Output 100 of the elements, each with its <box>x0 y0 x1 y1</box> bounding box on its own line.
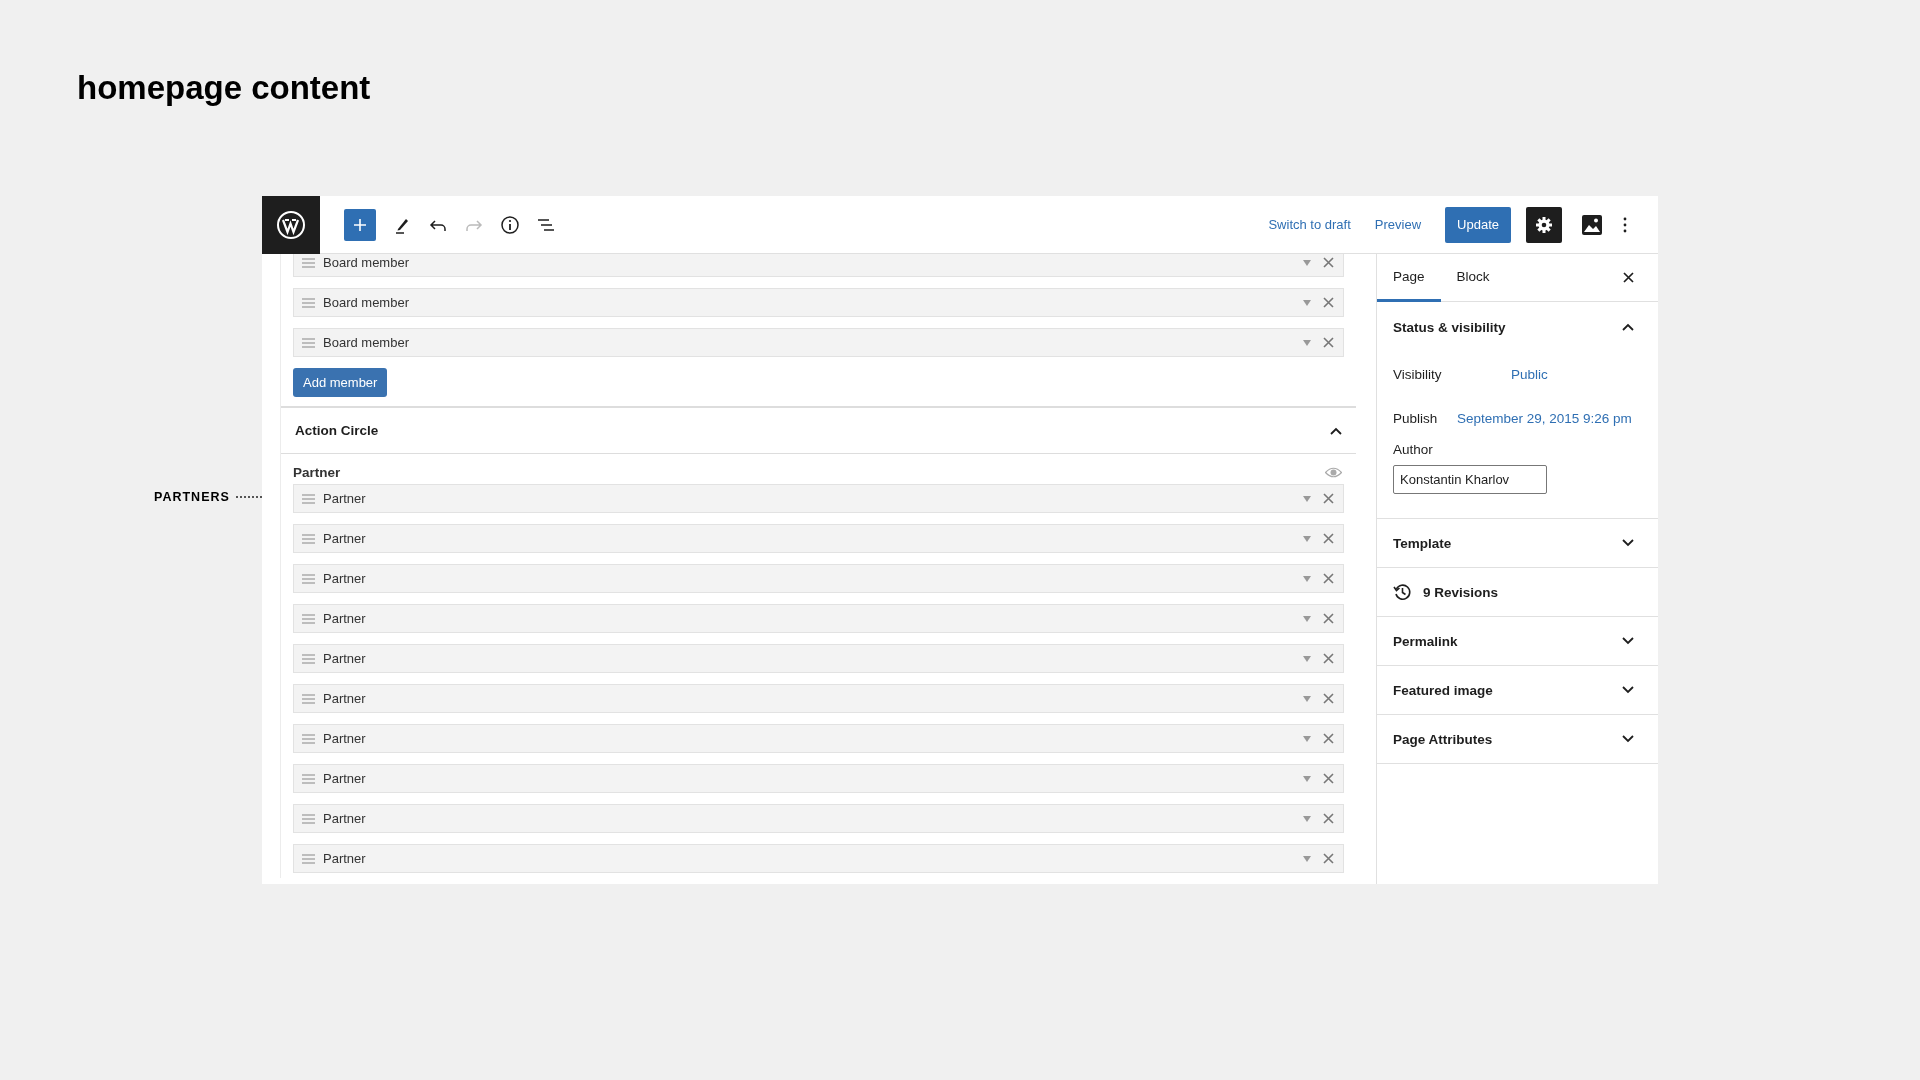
history-icon[interactable] <box>1393 583 1411 601</box>
list-row[interactable]: Board member <box>293 288 1344 317</box>
dropdown-icon[interactable] <box>1303 535 1311 542</box>
dropdown-icon[interactable] <box>1303 339 1311 346</box>
chevron-icon[interactable] <box>1622 323 1634 331</box>
wordpress-logo[interactable] <box>262 196 320 254</box>
sidebar-tab[interactable]: Page <box>1377 254 1441 302</box>
list-row[interactable]: Partner <box>293 804 1344 833</box>
revisions-link[interactable]: 9 Revisions <box>1423 584 1499 600</box>
dropdown-icon[interactable] <box>1303 695 1311 702</box>
dropdown-icon[interactable] <box>1303 299 1311 306</box>
publish-date-link[interactable]: September 29, 2015 9:26 pm <box>1457 410 1632 426</box>
add-member-button[interactable]: Add member <box>293 368 388 397</box>
remove-icon[interactable] <box>1323 533 1334 544</box>
drag-handle-icon[interactable] <box>302 773 315 784</box>
row-label: Partner <box>323 611 367 626</box>
remove-icon[interactable] <box>1323 773 1334 784</box>
remove-icon[interactable] <box>1323 733 1334 744</box>
drag-handle-icon[interactable] <box>302 653 315 664</box>
remove-icon[interactable] <box>1323 337 1334 348</box>
image-icon[interactable] <box>1580 212 1604 237</box>
drag-handle-icon[interactable] <box>302 613 315 624</box>
panel-title[interactable]: Template <box>1393 535 1452 551</box>
remove-icon[interactable] <box>1323 853 1334 864</box>
dropdown-icon[interactable] <box>1303 855 1311 862</box>
group-label: Partner <box>293 465 341 480</box>
list-row[interactable]: Partner <box>293 684 1344 713</box>
drag-handle-icon[interactable] <box>302 493 315 504</box>
remove-icon[interactable] <box>1323 653 1334 664</box>
drag-handle-icon[interactable] <box>302 297 315 308</box>
remove-icon[interactable] <box>1323 257 1334 268</box>
update-button[interactable]: Update <box>1445 206 1511 243</box>
dropdown-icon[interactable] <box>1303 575 1311 582</box>
dropdown-icon[interactable] <box>1303 735 1311 742</box>
list-row[interactable]: Partner <box>293 644 1344 673</box>
remove-icon[interactable] <box>1323 297 1334 308</box>
field-label: Visibility <box>1393 366 1443 382</box>
drag-handle-icon[interactable] <box>302 533 315 544</box>
drag-handle-icon[interactable] <box>302 853 315 864</box>
list-row[interactable]: Partner <box>293 524 1344 553</box>
drag-handle-icon[interactable] <box>302 337 315 348</box>
eye-icon[interactable] <box>1325 467 1342 478</box>
settings-button[interactable] <box>1526 206 1562 243</box>
plus-icon <box>353 217 367 232</box>
chevron-icon[interactable] <box>1622 735 1634 743</box>
list-row[interactable]: Partner <box>293 484 1344 513</box>
gear-icon <box>1535 215 1553 234</box>
add-block-button[interactable] <box>344 208 376 241</box>
remove-icon[interactable] <box>1323 693 1334 704</box>
row-label: Partner <box>323 731 367 746</box>
row-label: Board member <box>323 295 410 310</box>
drag-handle-icon[interactable] <box>302 813 315 824</box>
dropdown-icon[interactable] <box>1303 259 1311 266</box>
list-row[interactable]: Board member <box>293 254 1344 277</box>
panel-title[interactable]: Featured image <box>1393 682 1493 698</box>
panel-title[interactable]: Page Attributes <box>1393 731 1493 747</box>
panel-title[interactable]: Permalink <box>1393 633 1458 649</box>
switch-to-draft-link[interactable]: Switch to draft <box>1268 217 1351 232</box>
dropdown-icon[interactable] <box>1303 655 1311 662</box>
list-row[interactable]: Partner <box>293 564 1344 593</box>
row-label: Partner <box>323 771 367 786</box>
close-icon[interactable] <box>1623 272 1634 283</box>
row-label: Board member <box>323 335 410 350</box>
row-label: Partner <box>323 571 367 586</box>
dropdown-icon[interactable] <box>1303 615 1311 622</box>
list-row[interactable]: Partner <box>293 604 1344 633</box>
section-header[interactable]: Action Circle <box>281 406 1356 454</box>
section-title: Action Circle <box>295 423 379 438</box>
drag-handle-icon[interactable] <box>302 733 315 744</box>
field-label: Author <box>1393 442 1434 457</box>
more-menu-icon[interactable] <box>1622 215 1628 234</box>
preview-link[interactable]: Preview <box>1374 217 1422 232</box>
drag-handle-icon[interactable] <box>302 693 315 704</box>
drag-handle-icon[interactable] <box>302 573 315 584</box>
list-row[interactable]: Partner <box>293 764 1344 793</box>
list-row[interactable]: Board member <box>293 328 1344 357</box>
drag-handle-icon[interactable] <box>302 257 315 268</box>
chevron-icon[interactable] <box>1622 637 1634 645</box>
remove-icon[interactable] <box>1323 813 1334 824</box>
panel-title[interactable]: Status & visibility <box>1393 319 1506 335</box>
remove-icon[interactable] <box>1323 613 1334 624</box>
sidebar-tab[interactable]: Block <box>1440 254 1506 302</box>
visibility-link[interactable]: Public <box>1511 366 1548 382</box>
row-label: Partner <box>323 811 367 826</box>
list-row[interactable]: Partner <box>293 724 1344 753</box>
dropdown-icon[interactable] <box>1303 495 1311 502</box>
author-field[interactable]: Konstantin Kharlov <box>1393 465 1547 494</box>
row-label: Partner <box>323 491 367 506</box>
row-label: Partner <box>323 691 367 706</box>
remove-icon[interactable] <box>1323 493 1334 504</box>
chevron-icon[interactable] <box>1622 539 1634 547</box>
info-icon[interactable] <box>500 214 520 235</box>
chevron-icon[interactable] <box>1622 686 1634 694</box>
row-label: Partner <box>323 851 367 866</box>
dropdown-icon[interactable] <box>1303 775 1311 782</box>
field-label: Publish <box>1393 410 1439 426</box>
dropdown-icon[interactable] <box>1303 815 1311 822</box>
remove-icon[interactable] <box>1323 573 1334 584</box>
chevron-icon[interactable] <box>1330 426 1342 435</box>
list-row[interactable]: Partner <box>293 844 1344 873</box>
